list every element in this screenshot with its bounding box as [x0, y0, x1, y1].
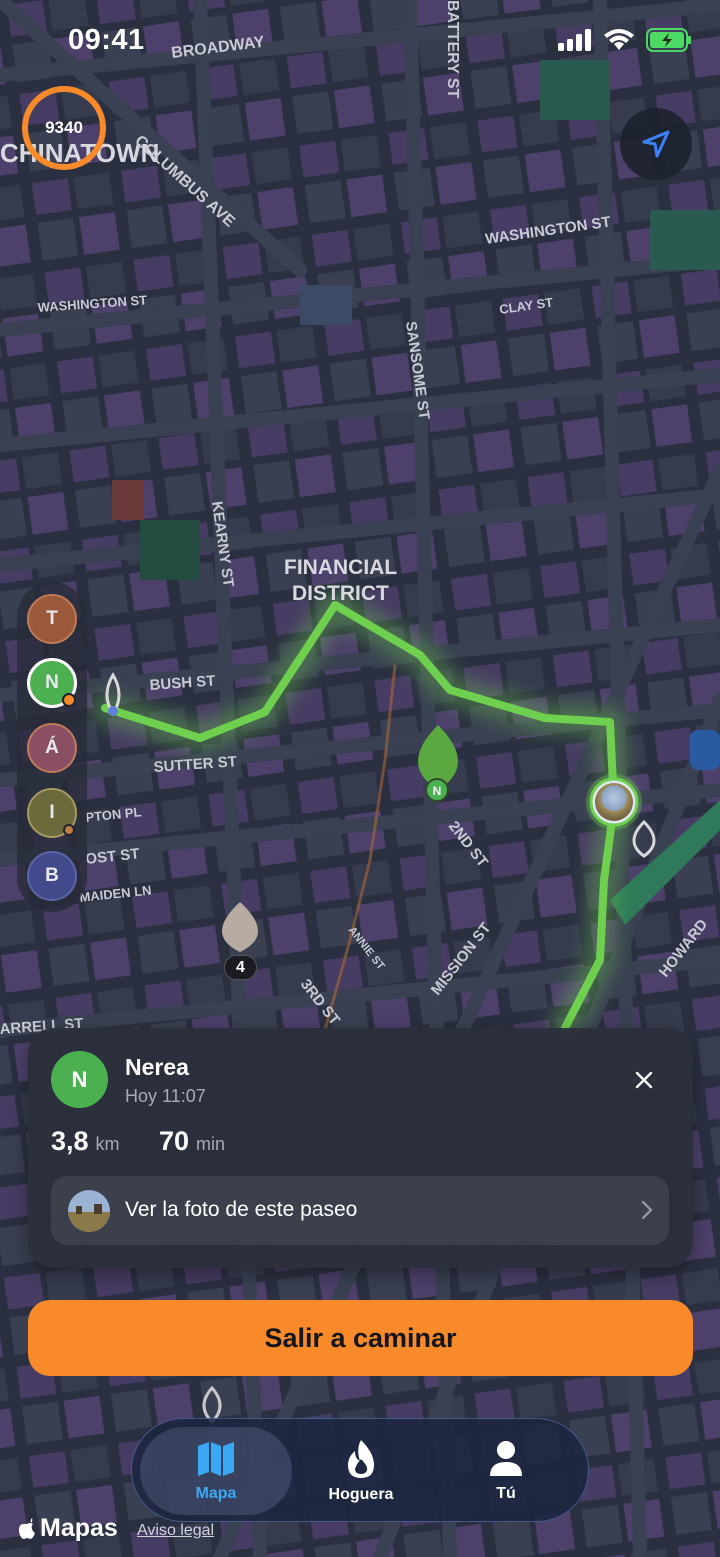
status-bar: 09:41 — [0, 0, 720, 84]
step-count: 9340 — [45, 118, 83, 137]
friend-avatar-i[interactable]: I — [27, 788, 77, 838]
location-arrow-icon — [642, 130, 670, 158]
friend-initial: I — [49, 802, 55, 823]
maps-brand-text: Mapas — [40, 1514, 118, 1542]
walk-detail-card: N Nerea Hoy 11:07 3,8 km 70 min Ver la f… — [28, 1028, 693, 1268]
apple-logo-icon — [19, 1517, 35, 1539]
tab-label-mapa: Mapa — [195, 1484, 237, 1502]
friend-avatar-b[interactable]: B — [27, 851, 77, 901]
start-walk-button[interactable]: Salir a caminar — [28, 1300, 693, 1376]
tab-bar: Mapa Hoguera Tú — [131, 1418, 589, 1522]
close-card-button[interactable] — [628, 1064, 660, 1096]
activity-dot — [62, 693, 76, 707]
battery-icon — [646, 28, 691, 52]
tab-label-hoguera: Hoguera — [328, 1485, 394, 1503]
friend-avatar-n[interactable]: N — [27, 658, 77, 708]
tab-label-tu: Tú — [496, 1484, 516, 1502]
legal-notice-link[interactable]: Aviso legal — [137, 1522, 214, 1540]
tab-hoguera[interactable]: Hoguera — [285, 1427, 437, 1515]
duration-stat: 70 min — [159, 1126, 225, 1157]
activity-dot — [63, 824, 75, 836]
friend-initial: N — [45, 672, 59, 693]
cluster-count-badge[interactable]: 4 — [224, 955, 257, 980]
person-icon — [490, 1440, 522, 1476]
close-icon — [635, 1071, 653, 1089]
friend-avatar-a[interactable]: Á — [27, 723, 77, 773]
flame-icon — [348, 1439, 374, 1478]
walk-photo-thumbnail — [68, 1190, 110, 1232]
friend-initial: B — [45, 865, 59, 886]
walker-name: Nerea — [125, 1054, 189, 1080]
friend-initial: T — [46, 608, 58, 629]
walker-avatar: N — [51, 1051, 108, 1108]
signal-icon — [558, 29, 591, 51]
distance-unit: km — [95, 1134, 120, 1154]
duration-unit: min — [196, 1134, 226, 1154]
view-walk-photo-button[interactable]: Ver la foto de este paseo — [51, 1176, 669, 1245]
maps-attribution: Mapas — [18, 1514, 118, 1543]
map-label-district: DISTRICT — [292, 582, 389, 605]
tab-tu[interactable]: Tú — [430, 1427, 582, 1515]
route-photo-marker — [586, 774, 642, 830]
tab-mapa[interactable]: Mapa — [140, 1427, 292, 1515]
map-label-financial: FINANCIAL — [284, 556, 397, 579]
wifi-icon — [604, 29, 634, 50]
friends-rail: T N Á I B — [17, 582, 87, 912]
friend-avatar-t[interactable]: T — [27, 594, 77, 644]
friend-initial: Á — [45, 737, 59, 758]
view-photo-label: Ver la foto de este paseo — [125, 1198, 358, 1221]
walk-timestamp: Hoy 11:07 — [125, 1086, 206, 1106]
status-icons — [558, 28, 692, 52]
locate-me-button[interactable] — [620, 108, 692, 180]
chevron-right-icon — [641, 1200, 653, 1220]
map-icon — [198, 1441, 234, 1476]
walker-initial: N — [71, 1066, 88, 1092]
leaf-pin-letter: N — [433, 784, 442, 798]
step-counter[interactable]: 9340 — [22, 86, 106, 170]
status-time: 09:41 — [68, 24, 145, 56]
distance-value: 3,8 — [51, 1126, 89, 1156]
duration-value: 70 — [159, 1126, 190, 1156]
distance-stat: 3,8 km — [51, 1126, 120, 1157]
